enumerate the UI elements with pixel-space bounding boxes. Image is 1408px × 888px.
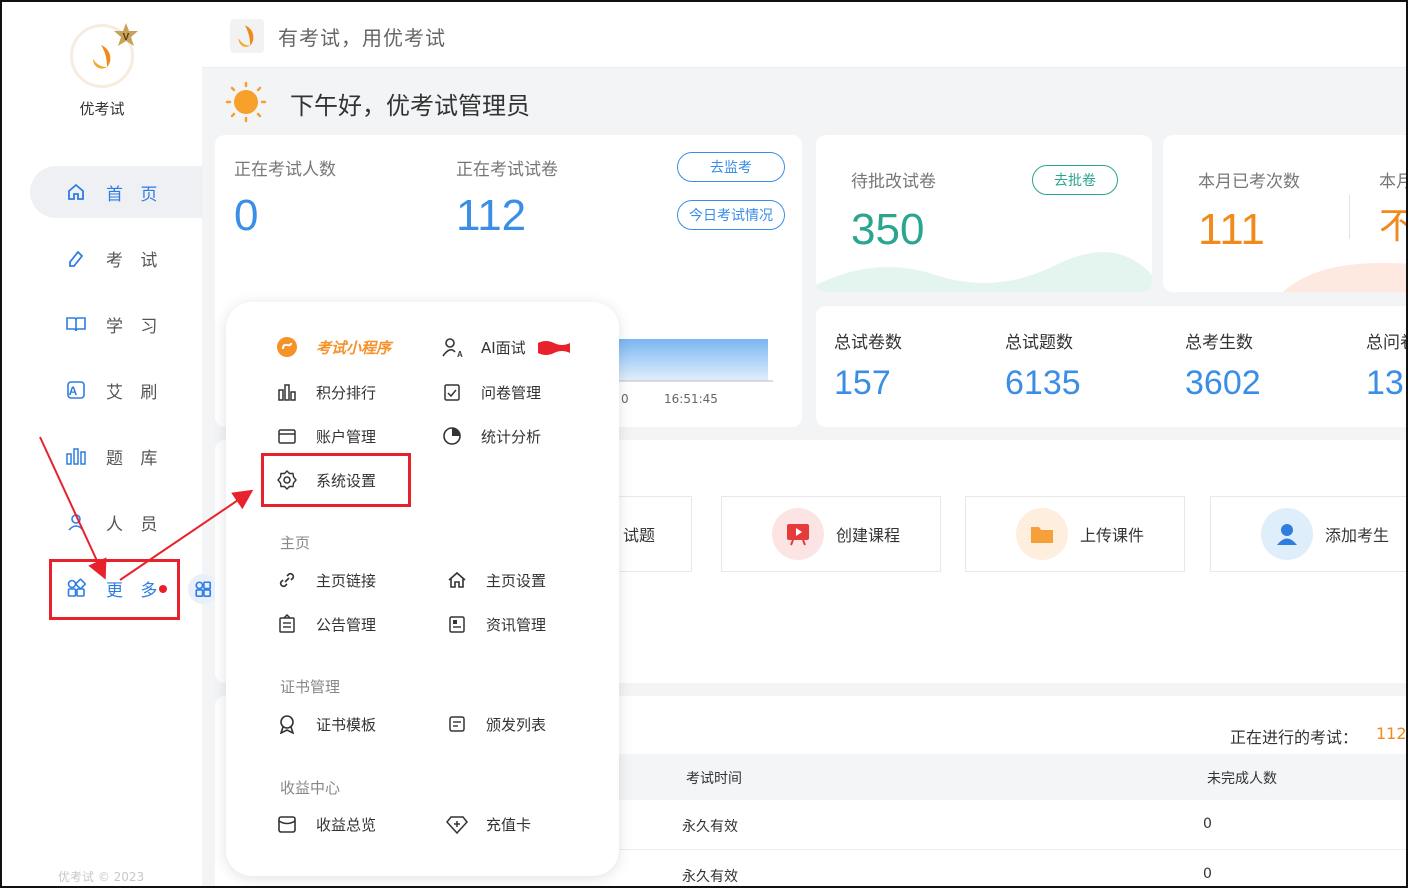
annotation-arrows xyxy=(39,436,254,581)
arrow-to-more xyxy=(39,436,107,580)
arrow-to-settings xyxy=(119,489,254,581)
app-frame: V 优考试 首 页 考 试 学 习 A 艾 刷 题 库 人 员 更 多 优考试 … xyxy=(0,0,1408,888)
